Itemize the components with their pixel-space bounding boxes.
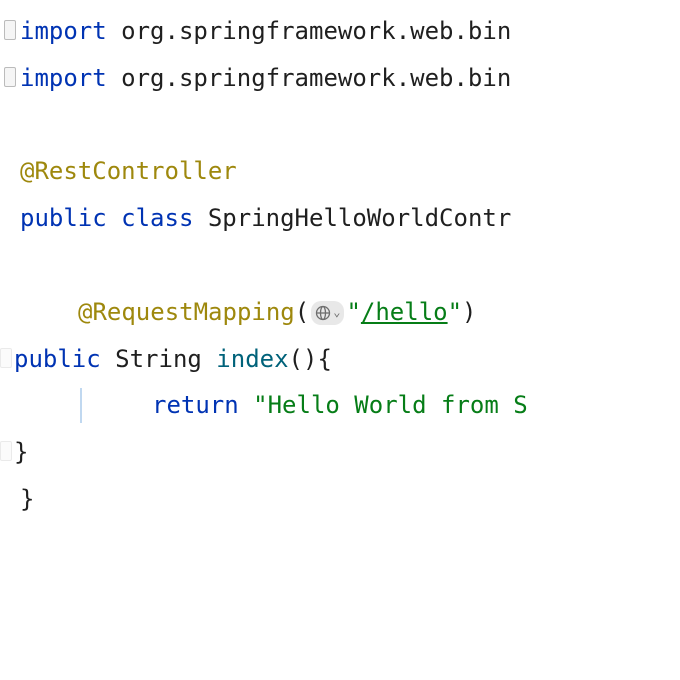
method-name: index xyxy=(216,345,288,373)
code-line-blank[interactable] xyxy=(0,102,680,149)
code-line[interactable]: public class SpringHelloWorldContr xyxy=(0,195,680,242)
code-line[interactable]: import org.springframework.web.bin xyxy=(0,8,680,55)
code-line[interactable]: } xyxy=(0,476,680,523)
code-line[interactable]: public String index(){ xyxy=(0,336,680,383)
url-globe-icon[interactable]: ⌄ xyxy=(311,301,344,325)
space xyxy=(107,204,121,232)
keyword-import: import xyxy=(20,64,107,92)
code-line[interactable]: @RequestMapping( ⌄ "/hello") xyxy=(0,289,680,336)
brace: } xyxy=(20,485,34,513)
code-line[interactable]: import org.springframework.web.bin xyxy=(0,55,680,102)
chevron-down-icon: ⌄ xyxy=(333,301,340,324)
url-path[interactable]: /hello xyxy=(361,298,448,326)
code-line[interactable]: @RestController xyxy=(0,148,680,195)
gutter xyxy=(4,8,20,55)
gutter xyxy=(4,55,20,102)
keyword-class: class xyxy=(121,204,193,232)
brace: { xyxy=(317,345,331,373)
keyword-public: public xyxy=(14,345,101,373)
import-fold-icon[interactable] xyxy=(4,67,16,87)
keyword-import: import xyxy=(20,17,107,45)
import-path: org.springframework.web.bin xyxy=(107,64,512,92)
import-path: org.springframework.web.bin xyxy=(107,17,512,45)
string-quote: " xyxy=(448,298,462,326)
gutter xyxy=(0,429,14,476)
class-name: SpringHelloWorldContr xyxy=(193,204,511,232)
code-line[interactable]: } xyxy=(0,429,680,476)
brace: } xyxy=(14,438,28,466)
parens: () xyxy=(289,345,318,373)
return-type: String xyxy=(101,345,217,373)
string-quote: " xyxy=(346,298,360,326)
keyword-return: return xyxy=(152,391,239,419)
paren: ) xyxy=(462,298,476,326)
gutter xyxy=(0,336,14,383)
code-line[interactable]: return "Hello World from S xyxy=(0,382,680,429)
globe-icon xyxy=(315,305,331,321)
method-fold-icon[interactable] xyxy=(0,348,12,368)
annotation-restcontroller: @RestController xyxy=(20,157,237,185)
code-line-blank[interactable] xyxy=(0,242,680,289)
method-fold-icon[interactable] xyxy=(0,441,12,461)
string-literal: "Hello World from S xyxy=(239,391,528,419)
keyword-public: public xyxy=(20,204,107,232)
paren: ( xyxy=(295,298,309,326)
import-fold-icon[interactable] xyxy=(4,20,16,40)
annotation-requestmapping: @RequestMapping xyxy=(78,298,295,326)
